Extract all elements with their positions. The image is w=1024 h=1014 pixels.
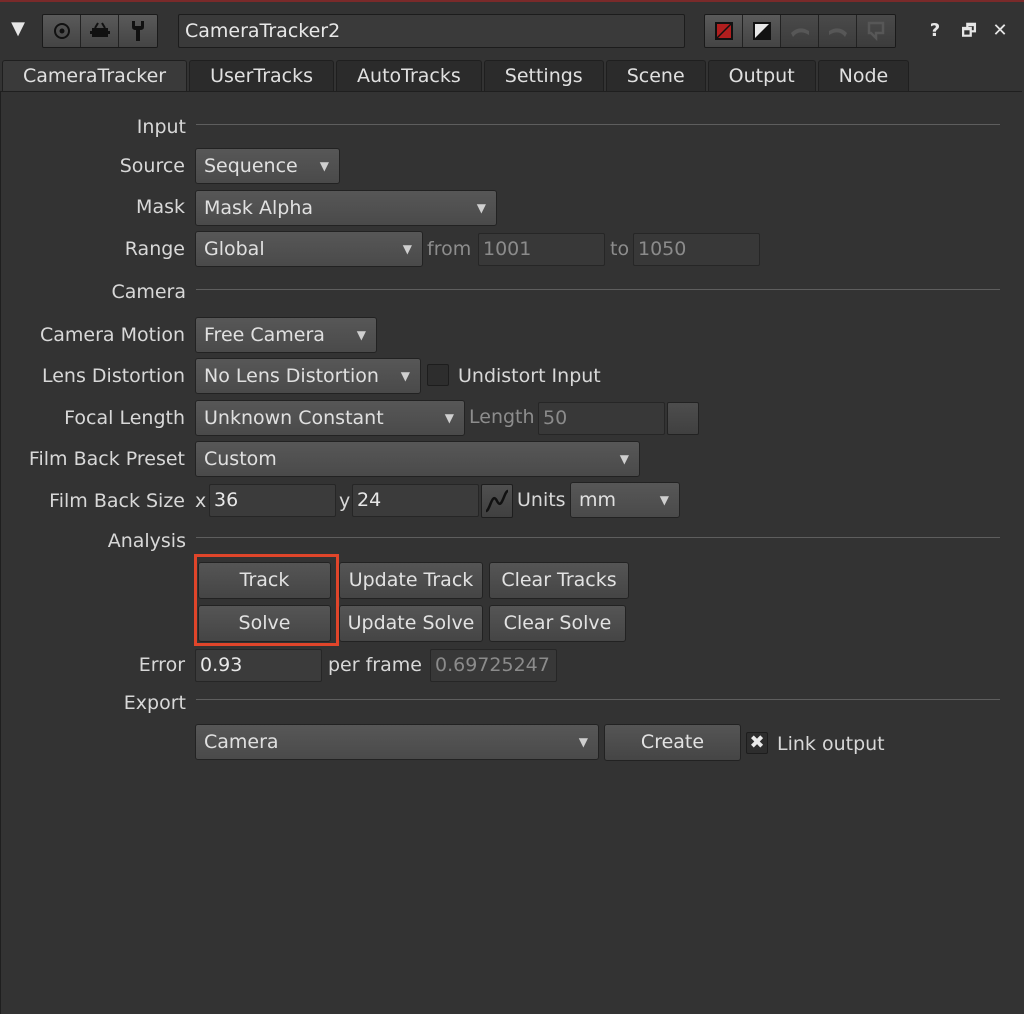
from-label: from	[427, 238, 472, 260]
node-toolbar-right	[704, 14, 896, 48]
focal-length-label: Focal Length	[64, 407, 185, 429]
tab-bar: CameraTracker UserTracks AutoTracks Sett…	[0, 60, 1024, 92]
section-input-label: Input	[136, 116, 186, 138]
update-solve-button[interactable]: Update Solve	[339, 605, 483, 642]
camera-motion-dropdown[interactable]: Free Camera ▼	[195, 317, 377, 353]
film-back-preset-dropdown[interactable]: Custom ▼	[195, 441, 640, 477]
length-field[interactable]: 50	[538, 402, 665, 435]
tab-autotracks[interactable]: AutoTracks	[336, 60, 482, 91]
node-toolbar-left	[42, 14, 158, 48]
undistort-input-label: Undistort Input	[458, 365, 601, 387]
curve-icon[interactable]	[481, 484, 513, 518]
collapse-arrow-icon[interactable]: ▼	[6, 16, 30, 42]
section-export-label: Export	[123, 692, 186, 714]
chevron-down-icon: ▼	[476, 201, 486, 215]
focal-length-value: Unknown Constant	[204, 407, 384, 429]
close-icon[interactable]: ✕	[988, 18, 1012, 44]
revert-icon[interactable]	[857, 15, 895, 47]
y-label: y	[339, 490, 351, 512]
clear-tracks-button[interactable]: Clear Tracks	[489, 562, 629, 599]
lens-distortion-dropdown[interactable]: No Lens Distortion ▼	[195, 358, 421, 394]
tab-scene[interactable]: Scene	[605, 60, 706, 91]
lens-distortion-label: Lens Distortion	[41, 365, 185, 387]
error-field[interactable]: 0.93	[195, 649, 322, 682]
per-frame-field[interactable]: 0.69725247	[430, 649, 557, 682]
toggle-icon[interactable]	[743, 15, 781, 47]
error-label: Error	[138, 654, 185, 676]
section-analysis-label: Analysis	[107, 530, 186, 552]
update-track-button[interactable]: Update Track	[339, 562, 483, 599]
to-label: to	[610, 238, 630, 260]
film-back-preset-value: Custom	[204, 448, 277, 470]
mask-dropdown[interactable]: Mask Alpha ▼	[195, 190, 497, 226]
help-icon[interactable]: ?	[923, 18, 947, 44]
link-output-checkbox[interactable]: ✖	[746, 732, 768, 754]
export-type-value: Camera	[204, 731, 279, 753]
camera-motion-label: Camera Motion	[39, 324, 185, 346]
red-color-swatch-icon[interactable]	[705, 15, 743, 47]
undo-icon[interactable]	[781, 15, 819, 47]
source-dropdown[interactable]: Sequence ▼	[195, 148, 340, 184]
source-label: Source	[119, 155, 185, 177]
film-back-preset-label: Film Back Preset	[28, 448, 185, 470]
section-divider	[196, 537, 1000, 538]
mask-value: Mask Alpha	[204, 197, 313, 219]
section-divider	[196, 289, 1000, 290]
node-titlebar: ▼ CameraTracker2 ? 🗗 ✕	[0, 2, 1024, 58]
per-frame-label: per frame	[328, 654, 422, 676]
length-label: Length	[469, 406, 535, 428]
film-back-y-field[interactable]: 24	[352, 484, 479, 517]
units-value: mm	[579, 489, 617, 511]
lens-distortion-value: No Lens Distortion	[204, 365, 379, 387]
properties-panel: ▼ CameraTracker2 ? 🗗 ✕ CameraTracker Use…	[0, 0, 1024, 1014]
tab-output[interactable]: Output	[707, 60, 816, 91]
chevron-down-icon: ▼	[400, 369, 410, 383]
length-animation-button[interactable]	[667, 402, 699, 435]
settings-circle-icon[interactable]	[43, 15, 81, 47]
units-label: Units	[517, 489, 566, 511]
chevron-down-icon: ▼	[402, 242, 412, 256]
export-type-dropdown[interactable]: Camera ▼	[195, 724, 599, 760]
range-label: Range	[124, 238, 185, 260]
range-value: Global	[204, 238, 265, 260]
track-solve-highlight	[194, 554, 339, 646]
section-divider	[196, 699, 1000, 700]
chevron-down-icon: ▼	[444, 411, 454, 425]
clear-solve-button[interactable]: Clear Solve	[489, 605, 626, 642]
undistort-input-checkbox[interactable]	[427, 364, 449, 386]
node-name-input[interactable]: CameraTracker2	[178, 14, 685, 48]
film-back-x-field[interactable]: 36	[209, 484, 336, 517]
checkmark-icon: ✖	[749, 732, 765, 753]
units-dropdown[interactable]: mm ▼	[570, 482, 680, 518]
tab-content	[0, 91, 1022, 1014]
chevron-down-icon: ▼	[356, 328, 366, 342]
link-output-label: Link output	[777, 733, 885, 755]
mask-label: Mask	[136, 196, 185, 218]
focal-length-dropdown[interactable]: Unknown Constant ▼	[195, 400, 465, 436]
tab-settings[interactable]: Settings	[483, 60, 604, 91]
tab-cameratracker[interactable]: CameraTracker	[2, 60, 188, 92]
chevron-down-icon: ▼	[319, 159, 329, 173]
range-dropdown[interactable]: Global ▼	[195, 231, 423, 267]
create-button[interactable]: Create	[604, 724, 741, 761]
from-field[interactable]: 1001	[478, 233, 605, 266]
chevron-down-icon: ▼	[619, 452, 629, 466]
to-field[interactable]: 1050	[633, 233, 760, 266]
float-window-icon[interactable]: 🗗	[957, 18, 981, 44]
wrench-icon[interactable]	[119, 15, 157, 47]
camera-motion-value: Free Camera	[204, 324, 325, 346]
viewer-icon[interactable]	[81, 15, 119, 47]
x-label: x	[195, 490, 207, 512]
section-camera-label: Camera	[111, 281, 186, 303]
section-divider	[196, 124, 1000, 125]
source-value: Sequence	[204, 155, 298, 177]
film-back-size-label: Film Back Size	[49, 490, 185, 512]
tab-usertracks[interactable]: UserTracks	[189, 60, 335, 91]
redo-icon[interactable]	[819, 15, 857, 47]
chevron-down-icon: ▼	[578, 735, 588, 749]
tab-node[interactable]: Node	[817, 60, 910, 91]
chevron-down-icon: ▼	[659, 493, 669, 507]
